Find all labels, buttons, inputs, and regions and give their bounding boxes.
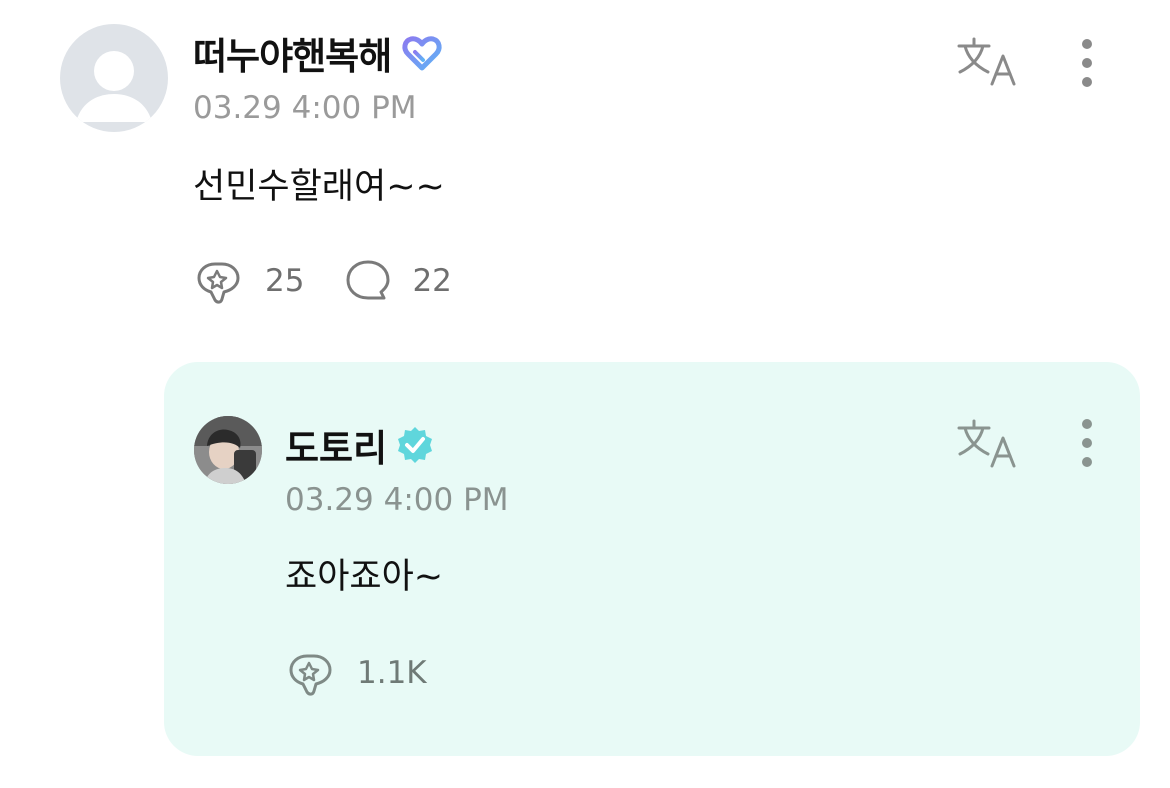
heart-badge-icon: [402, 36, 442, 71]
post-card: 떠누야핸복해 03.29 4:00 PM 선민수할래여~~ 25 22: [0, 0, 1170, 340]
translate-icon[interactable]: [956, 418, 1018, 470]
more-vertical-icon[interactable]: [1079, 38, 1095, 88]
more-vertical-icon[interactable]: [1079, 418, 1095, 468]
avatar[interactable]: [60, 24, 168, 132]
default-avatar-icon: [76, 51, 152, 122]
like-count: 25: [265, 263, 305, 299]
reply-content: 죠아죠아~: [285, 557, 444, 597]
avatar[interactable]: [194, 416, 262, 484]
comment-count: 22: [412, 263, 452, 299]
profile-photo: [194, 416, 262, 484]
post-actions: 25 22: [193, 258, 492, 304]
comment-icon: [346, 260, 390, 300]
timestamp: 03.29 4:00 PM: [193, 90, 417, 126]
reply-card: 도토리 03.29 4:00 PM 죠아죠아~ 1.1K: [164, 362, 1140, 756]
verified-badge-icon: [398, 427, 433, 463]
like-button[interactable]: 25: [193, 258, 304, 304]
username-row: 도토리: [285, 418, 435, 472]
like-icon: [289, 654, 332, 696]
username-row: 떠누야핸복해: [193, 26, 443, 80]
comment-button[interactable]: 22: [344, 258, 452, 304]
like-button[interactable]: 1.1K: [285, 650, 427, 696]
reply-actions: 1.1K: [285, 650, 467, 696]
username[interactable]: 떠누야핸복해: [193, 26, 392, 80]
timestamp: 03.29 4:00 PM: [285, 482, 509, 518]
like-icon: [197, 262, 240, 304]
translate-icon[interactable]: [956, 36, 1018, 88]
username[interactable]: 도토리: [285, 418, 387, 472]
post-content: 선민수할래여~~: [193, 167, 445, 207]
like-count: 1.1K: [357, 655, 427, 691]
